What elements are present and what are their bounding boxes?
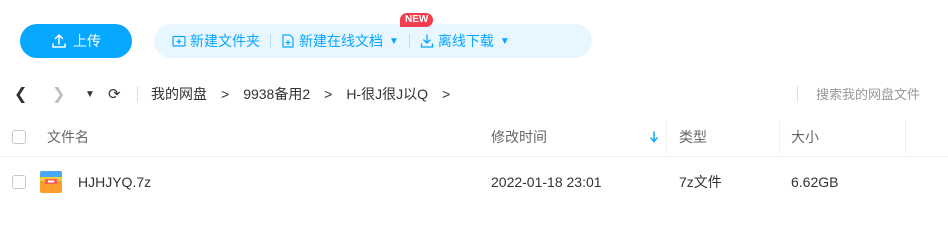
file-size: 6.62GB [791,174,839,190]
new-folder-button[interactable]: 新建文件夹 [154,24,270,58]
divider [797,86,798,102]
file-modified: 2022-01-18 23:01 [491,174,602,190]
dropdown-caret-icon: ▼ [389,35,399,47]
history-dropdown-icon[interactable]: ▼ [85,89,95,100]
document-plus-icon [282,34,294,48]
path-bar: ❮ ❯ ▼ ⟳ 我的网盘 > 9938备用2 > H-很J很J以Q > [0,80,948,108]
column-divider [666,120,667,154]
column-header-modified[interactable]: 修改时间 [491,118,547,156]
offline-download-button[interactable]: 离线下载 ▼ [410,24,520,58]
new-online-doc-button[interactable]: 新建在线文档 ▼ [271,24,409,58]
breadcrumb-separator: > [324,86,333,102]
breadcrumb: 我的网盘 > 9938备用2 > H-很J很J以Q > [151,84,464,104]
new-badge: NEW [400,13,434,27]
upload-button[interactable]: 上传 [20,24,132,58]
archive-file-icon [40,171,62,193]
upload-label: 上传 [73,33,101,49]
column-divider [905,120,906,154]
table-row[interactable]: HJHJYQ.7z 2022-01-18 23:01 7z文件 6.62GB [0,162,948,202]
sort-down-icon[interactable] [649,131,659,143]
folder-plus-icon [172,35,186,47]
new-folder-label: 新建文件夹 [190,33,260,49]
breadcrumb-separator[interactable]: > [428,86,464,102]
file-name[interactable]: HJHJYQ.7z [78,162,151,202]
back-icon[interactable]: ❮ [14,84,27,104]
breadcrumb-item[interactable]: 9938备用2 [243,84,310,104]
download-icon [420,34,434,48]
breadcrumb-separator: > [221,86,230,102]
refresh-icon[interactable]: ⟳ [108,85,121,103]
column-header-type[interactable]: 类型 [679,118,707,156]
search-input[interactable] [816,85,948,103]
forward-icon[interactable]: ❯ [52,84,65,104]
action-group: 新建文件夹 新建在线文档 ▼ 离线下载 ▼ [154,24,592,58]
row-checkbox[interactable] [12,175,26,189]
column-divider [779,120,780,154]
divider [137,86,138,102]
new-online-doc-label: 新建在线文档 [299,33,383,49]
dropdown-caret-icon: ▼ [499,35,510,47]
offline-download-label: 离线下载 [437,33,494,49]
table-header: 文件名 修改时间 类型 大小 [0,118,948,157]
file-type: 7z文件 [679,174,722,190]
toolbar: 上传 新建文件夹 新建在线文档 ▼ 离线下载 ▼ NEW [0,0,948,80]
column-header-name[interactable]: 文件名 [47,118,89,156]
breadcrumb-root[interactable]: 我的网盘 [151,84,207,104]
upload-icon [52,34,66,48]
breadcrumb-item[interactable]: H-很J很J以Q [346,84,428,104]
column-header-size[interactable]: 大小 [791,118,819,156]
select-all-checkbox[interactable] [12,130,26,144]
